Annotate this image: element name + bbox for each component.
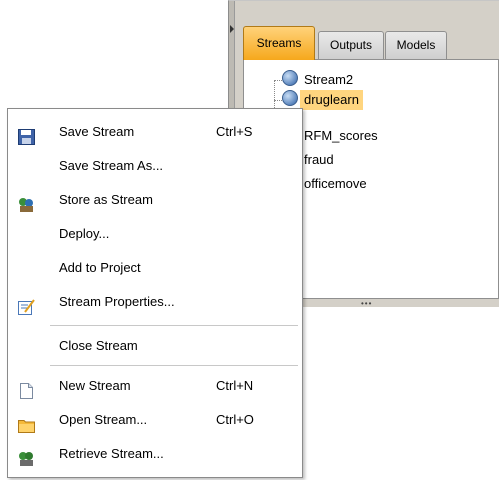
store-stream-icon bbox=[18, 192, 35, 212]
menu-item-label: Retrieve Stream... bbox=[59, 446, 164, 461]
new-document-icon bbox=[18, 378, 35, 399]
menu-item-label: Open Stream... bbox=[59, 412, 148, 427]
stream-globe-icon bbox=[282, 70, 298, 86]
menu-item-add-to-project[interactable]: Add to Project bbox=[8, 251, 302, 285]
menu-item-label: Store as Stream bbox=[59, 192, 153, 207]
menu-item-open-stream[interactable]: Open Stream... Ctrl+O bbox=[8, 403, 302, 437]
menu-item-deploy[interactable]: Deploy... bbox=[8, 217, 302, 251]
menu-item-shortcut: Ctrl+S bbox=[216, 124, 253, 139]
stream-item-rfm-scores[interactable]: RFM_scores bbox=[300, 126, 382, 146]
menu-separator bbox=[50, 325, 298, 326]
menu-item-label: New Stream bbox=[59, 378, 131, 393]
tab-streams[interactable]: Streams bbox=[243, 26, 315, 60]
menu-item-new-stream[interactable]: New Stream Ctrl+N bbox=[8, 369, 302, 403]
panel-grip-arrow-icon[interactable] bbox=[230, 25, 234, 33]
stream-item-stream2[interactable]: Stream2 bbox=[300, 70, 357, 90]
save-disk-icon bbox=[18, 124, 35, 145]
menu-item-label: Save Stream As... bbox=[59, 158, 164, 173]
stream-context-menu: Save Stream Ctrl+S Save Stream As... Sto… bbox=[7, 108, 303, 478]
tree-connector bbox=[274, 100, 282, 101]
menu-separator bbox=[50, 365, 298, 366]
menu-item-save-stream[interactable]: Save Stream Ctrl+S bbox=[8, 115, 302, 149]
tree-connector bbox=[274, 80, 282, 81]
menu-item-close-stream[interactable]: Close Stream bbox=[8, 329, 302, 363]
tab-outputs[interactable]: Outputs bbox=[318, 31, 384, 59]
menu-item-shortcut: Ctrl+N bbox=[216, 378, 254, 393]
tab-models[interactable]: Models bbox=[385, 31, 447, 59]
menu-item-save-stream-as[interactable]: Save Stream As... bbox=[8, 149, 302, 183]
menu-item-shortcut: Ctrl+O bbox=[216, 412, 254, 427]
retrieve-stream-icon bbox=[18, 446, 35, 466]
menu-item-retrieve-stream[interactable]: Retrieve Stream... bbox=[8, 437, 302, 471]
open-folder-icon bbox=[18, 412, 35, 433]
stream-item-fraud[interactable]: fraud bbox=[300, 150, 338, 170]
menu-item-label: Deploy... bbox=[59, 226, 110, 241]
menu-item-label: Save Stream bbox=[59, 124, 135, 139]
stream-item-officemove[interactable]: officemove bbox=[300, 174, 371, 194]
menu-item-label: Stream Properties... bbox=[59, 294, 175, 309]
stream-item-druglearn[interactable]: druglearn bbox=[300, 90, 363, 110]
menu-item-label: Add to Project bbox=[59, 260, 141, 275]
properties-icon bbox=[18, 294, 35, 315]
menu-item-stream-properties[interactable]: Stream Properties... bbox=[8, 285, 302, 319]
menu-item-label: Close Stream bbox=[59, 338, 138, 353]
splitter-grip[interactable]: ••• bbox=[361, 299, 372, 308]
stream-globe-icon bbox=[282, 90, 298, 106]
manager-tabs: Streams Outputs Models bbox=[243, 23, 499, 60]
menu-item-store-as-stream[interactable]: Store as Stream bbox=[8, 183, 302, 217]
